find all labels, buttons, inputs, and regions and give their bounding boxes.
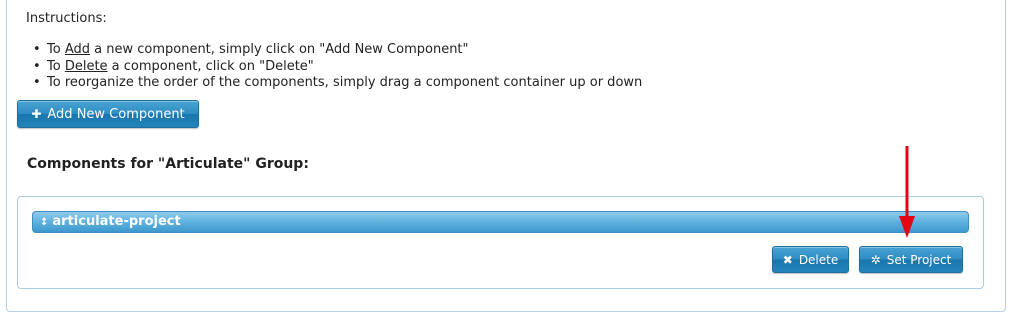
instruction-item: • To Delete a component, click on "Delete… — [29, 59, 642, 76]
bullet-icon: • — [33, 75, 41, 90]
plus-icon: ✚ — [31, 107, 42, 121]
instruction-text: a component, click on "Delete" — [107, 58, 314, 74]
instruction-text: To — [47, 42, 65, 57]
component-name: articulate-project — [52, 214, 181, 229]
instruction-text: To reorganize the order of the component… — [47, 75, 643, 90]
component-group-container — [17, 196, 984, 289]
instructions-title: Instructions: — [26, 11, 107, 26]
bullet-icon: • — [33, 42, 41, 57]
instructions-list: • To Add a new component, simply click on… — [29, 42, 642, 92]
red-arrow-annotation — [899, 146, 915, 238]
drag-handle-icon[interactable]: ↕ — [40, 217, 48, 228]
delete-label: Delete — [798, 252, 839, 267]
set-project-button[interactable]: ✲ Set Project — [859, 246, 963, 273]
add-new-component-button[interactable]: ✚ Add New Component — [17, 100, 199, 128]
instruction-keyword: Add — [64, 42, 90, 57]
components-heading: Components for "Articulate" Group: — [27, 156, 309, 172]
add-new-component-label: Add New Component — [47, 106, 185, 122]
instruction-text: a new component, simply click on "Add Ne… — [90, 42, 469, 57]
instruction-keyword: Delete — [64, 58, 108, 74]
gear-icon: ✲ — [870, 252, 881, 267]
instruction-text: To — [47, 58, 65, 74]
component-container-header[interactable]: ↕ articulate-project — [32, 211, 969, 233]
instruction-item: • To reorganize the order of the componen… — [29, 75, 642, 92]
close-icon: ✖ — [782, 252, 793, 267]
set-project-label: Set Project — [886, 252, 952, 267]
bullet-icon: • — [33, 58, 41, 74]
instruction-item: • To Add a new component, simply click on… — [29, 42, 642, 59]
delete-button[interactable]: ✖ Delete — [772, 246, 849, 273]
